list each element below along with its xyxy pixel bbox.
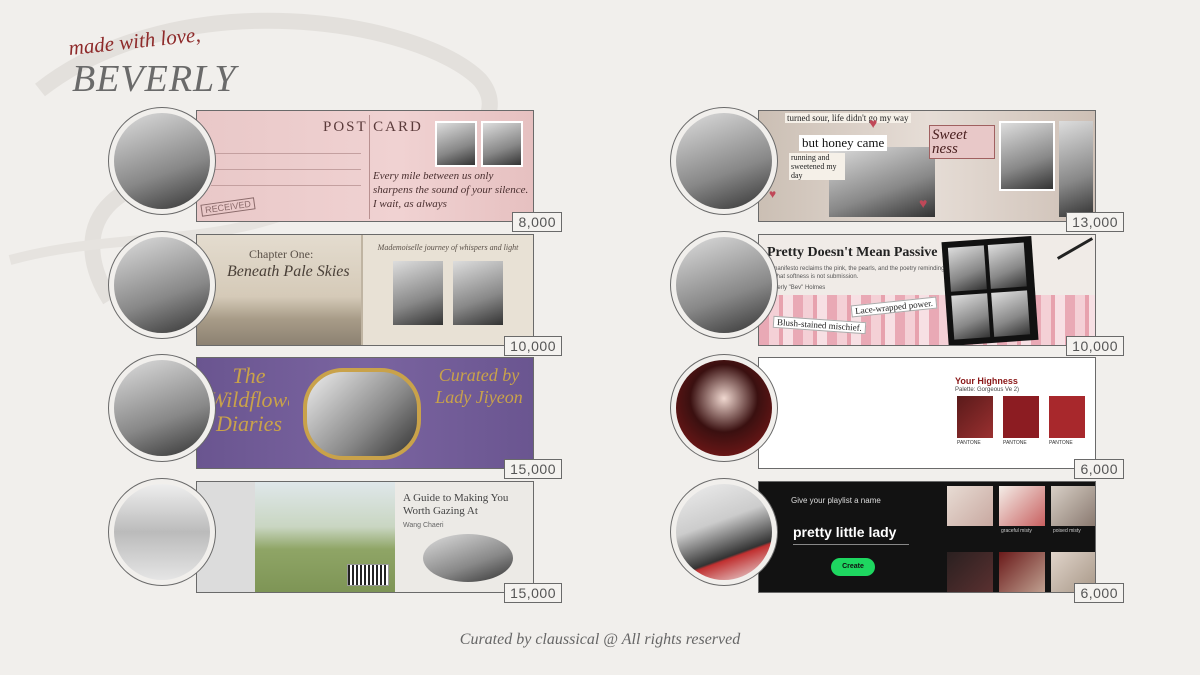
avatar [108,231,216,339]
price-label: 6,000 [1074,583,1124,603]
playlist-prompt: Give your playlist a name [791,496,881,505]
banner-pretty-passive: Pretty Doesn't Mean Passive A manifesto … [758,234,1096,346]
header: made with love, BEVERLY [67,22,237,101]
swatch-3 [1049,396,1085,438]
book-cover-photo [423,534,513,582]
avatar [108,107,216,215]
card-wildflower[interactable]: The Wildflower Diaries Curated by Lady J… [108,354,562,479]
create-button[interactable]: Create [831,558,875,576]
card-sweetness[interactable]: turned sour, life didn't go my way but h… [670,107,1124,232]
banner-playlist: Give your playlist a name pretty little … [758,481,1096,593]
avatar [670,231,778,339]
thumb-2 [999,486,1045,526]
banner-chapter: Chapter One: Beneath Pale Skies Mademois… [196,234,534,346]
thumb-3 [1051,486,1095,526]
manifesto-heading: Pretty Doesn't Mean Passive [767,245,938,260]
avatar [108,354,216,462]
heart-icon: ♥ [869,117,878,132]
chapter-caption: Mademoiselle journey of whispers and lig… [377,243,519,252]
price-label: 10,000 [1066,336,1124,356]
collage-text-3: running and sweetened my day [789,153,845,180]
header-name: BEVERLY [72,58,237,100]
playlist-name: pretty little lady [793,524,897,540]
price-label: 15,000 [504,583,562,603]
price-label: 8,000 [512,212,562,232]
barcode-icon [347,564,389,586]
manifesto-subtext: A manifesto reclaims the pink, the pearl… [767,266,945,280]
spine-text: Curated by Lady Jiyeon [435,365,523,407]
stamp-photo-2 [481,121,523,167]
card-palette[interactable]: Your Highness Palette: Gorgeous Ve 2) PA… [670,354,1124,479]
price-label: 15,000 [504,459,562,479]
banner-palette: Your Highness Palette: Gorgeous Ve 2) PA… [758,357,1096,469]
card-postcard[interactable]: POST CARD Every mile between us only sha… [108,107,562,232]
avatar [670,478,778,586]
collage-photo-3 [1059,121,1093,217]
chapter-photo-1 [393,261,443,325]
header-subtitle: made with love, [67,22,202,61]
book-title: The Wildflower Diaries [209,364,289,436]
book-author: Wang Chaeri [403,522,444,529]
footer-credit: Curated by claussical @ All rights reser… [459,631,741,648]
postcard-title: POST CARD [323,119,423,135]
chapter-title: Beneath Pale Skies [227,263,350,280]
banner-guide: A Guide to Making You Worth Gazing At Wa… [196,481,534,593]
sweetness-sticker: Sweet ness [929,125,995,159]
card-pretty-passive[interactable]: Pretty Doesn't Mean Passive A manifesto … [670,231,1124,356]
banner-wildflower: The Wildflower Diaries Curated by Lady J… [196,357,534,469]
film-strip [941,235,1039,345]
chapter-photo-2 [453,261,503,325]
postcard-text: Every mile between us only sharpens the … [373,170,529,210]
card-guide[interactable]: A Guide to Making You Worth Gazing At Wa… [108,478,562,603]
card-chapter[interactable]: Chapter One: Beneath Pale Skies Mademois… [108,231,562,356]
avatar [670,354,778,462]
avatar [670,107,778,215]
price-label: 13,000 [1066,212,1124,232]
collage-text-1: turned sour, life didn't go my way [785,113,911,123]
swatch-label: PANTONE [1049,440,1073,446]
heart-icon: ♥ [769,187,777,201]
price-label: 10,000 [504,336,562,356]
avatar [108,478,216,586]
thumb-1 [947,486,993,526]
banner-sweetness: turned sour, life didn't go my way but h… [758,110,1096,222]
swatch-label: PANTONE [957,440,981,446]
thumb-4 [947,552,993,592]
card-playlist[interactable]: Give your playlist a name pretty little … [670,478,1124,603]
palette-subtitle: Palette: Gorgeous Ve 2) [955,387,1020,393]
palette-title: Your Highness [955,376,1018,386]
thumb-caption-2: poised misty [1053,528,1081,534]
pen-icon [1056,237,1094,260]
price-label: 6,000 [1074,459,1124,479]
book-frame-photo [303,368,421,460]
thumb-5 [999,552,1045,592]
collage-photo-2 [999,121,1055,191]
swatch-label: PANTONE [1003,440,1027,446]
stamp-photo-1 [435,121,477,167]
banner-postcard: POST CARD Every mile between us only sha… [196,110,534,222]
collage-text-2: but honey came [799,135,888,151]
swatch-1 [957,396,993,438]
thumb-caption-1: graceful misty [1001,528,1032,534]
book-heading: A Guide to Making You Worth Gazing At [403,492,509,517]
chapter-label: Chapter One: [249,247,314,261]
heart-icon: ♥ [919,197,928,212]
swatch-2 [1003,396,1039,438]
